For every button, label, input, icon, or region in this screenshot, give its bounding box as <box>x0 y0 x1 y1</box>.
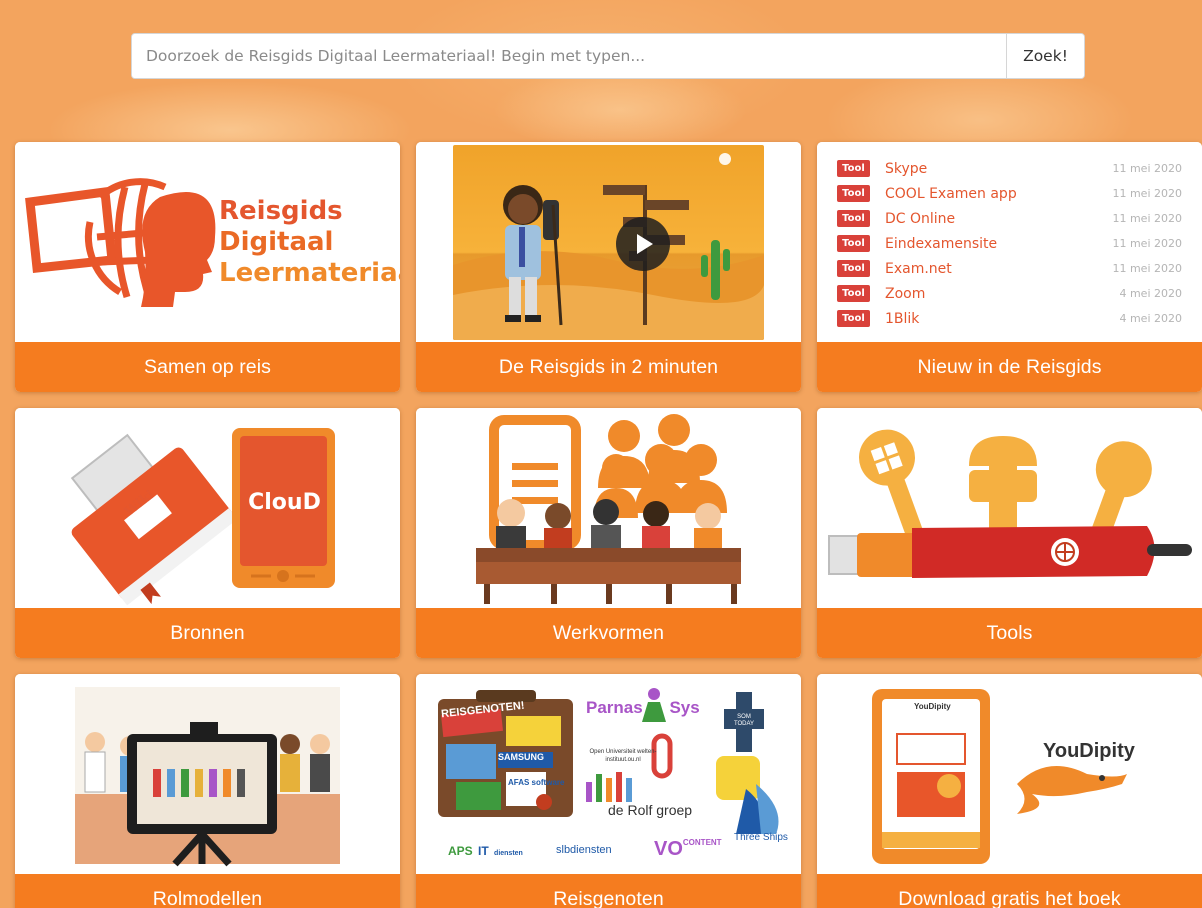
list-item[interactable]: Tool Skype 11 mei 2020 <box>837 156 1182 181</box>
tile-label: Nieuw in de Reisgids <box>817 342 1202 392</box>
news-title[interactable]: COOL Examen app <box>885 186 1112 202</box>
it-text: IT <box>478 844 489 858</box>
tile-label: Rolmodellen <box>15 874 400 908</box>
tile-label: Tools <box>817 608 1202 658</box>
tile-label: De Reisgids in 2 minuten <box>416 342 801 392</box>
tile-bronnen[interactable]: Wiki ClouD Bronnen <box>15 408 400 658</box>
book-brand-small: YouDipity <box>914 702 951 711</box>
usb-book-phone-icon <box>70 428 335 606</box>
vocontent-logo: VOCONTENT <box>654 838 722 861</box>
aps-text: APS <box>448 844 473 858</box>
news-panel: Tool Skype 11 mei 2020 Tool COOL Examen … <box>817 142 1202 342</box>
search-input[interactable] <box>132 34 1006 78</box>
traveler-desert-illustration <box>453 153 764 340</box>
logo-line-2: Digitaal <box>219 227 334 257</box>
tool-badge: Tool <box>837 260 870 277</box>
somtoday-logo: SOM TODAY <box>733 714 755 727</box>
tool-badge: Tool <box>837 235 870 252</box>
news-date: 4 mei 2020 <box>1119 287 1182 300</box>
reisgids-logo: Reisgids Digitaal Leermateriaal <box>15 142 400 342</box>
news-date: 11 mei 2020 <box>1112 212 1182 225</box>
news-list: Tool Skype 11 mei 2020 Tool COOL Examen … <box>837 156 1182 331</box>
derolf-logo: de Rolf groep <box>608 802 693 818</box>
samsung-sticker: SAMSUNG <box>498 752 545 762</box>
news-date: 11 mei 2020 <box>1112 237 1182 250</box>
list-item[interactable]: Tool Exam.net 11 mei 2020 <box>837 256 1182 281</box>
diensten-text: diensten <box>494 850 523 857</box>
parnas-text: Parnas <box>586 698 643 717</box>
news-title[interactable]: Eindexamensite <box>885 236 1112 252</box>
search-bar: Zoek! <box>131 33 1085 79</box>
tool-badge: Tool <box>837 310 870 327</box>
tile-label: Samen op reis <box>15 342 400 392</box>
video-frame <box>453 145 764 340</box>
news-date: 11 mei 2020 <box>1112 162 1182 175</box>
vo-text: VO <box>654 838 683 860</box>
classroom-illustration-icon <box>476 414 741 604</box>
threeships-logo: Three Ships <box>734 832 788 843</box>
tile-samen-op-reis[interactable]: Reisgids Digitaal Leermateriaal Samen op… <box>15 142 400 392</box>
tool-badge: Tool <box>837 210 870 227</box>
news-title[interactable]: Exam.net <box>885 261 1112 277</box>
tile-werkvormen[interactable]: Werkvormen <box>416 408 801 658</box>
open-universiteit-logo: Open Universiteit welten-instituut.ou.nl <box>589 749 657 763</box>
tools-illustration <box>817 408 1202 608</box>
search-button[interactable]: Zoek! <box>1006 34 1084 78</box>
tile-rolmodellen[interactable]: Rolmodellen <box>15 674 400 908</box>
tile-label: Werkvormen <box>416 608 801 658</box>
tile-reisgenoten[interactable]: REISGENOTEN! SAMSUNG AFAS software Parna… <box>416 674 801 908</box>
play-button[interactable] <box>616 217 670 271</box>
news-date: 11 mei 2020 <box>1112 262 1182 275</box>
tile-label: Reisgenoten <box>416 874 801 908</box>
tool-badge: Tool <box>837 285 870 302</box>
news-title[interactable]: DC Online <box>885 211 1112 227</box>
news-title[interactable]: Skype <box>885 161 1112 177</box>
book-cover-icon <box>872 689 1127 864</box>
list-item[interactable]: Tool Eindexamensite 11 mei 2020 <box>837 231 1182 256</box>
logo-line-1: Reisgids <box>219 196 343 226</box>
list-item[interactable]: Tool Zoom 4 mei 2020 <box>837 281 1182 306</box>
bronnen-illustration: Wiki ClouD <box>15 408 400 608</box>
logo-line-3: Leermateriaal <box>219 258 400 288</box>
tile-tools[interactable]: Tools <box>817 408 1202 658</box>
slbdiensten-logo: slbdiensten <box>556 844 612 856</box>
tile-reisgids-video[interactable]: De Reisgids in 2 minuten <box>416 142 801 392</box>
list-item[interactable]: Tool 1Blik 4 mei 2020 <box>837 306 1182 331</box>
parnassys-logo: Parnas Sys <box>586 698 700 718</box>
apsit-logo: APS IT diensten <box>448 844 523 858</box>
camera-roleplay-icon <box>75 687 340 867</box>
afas-sticker: AFAS software <box>508 778 565 787</box>
tile-label: Download gratis het boek <box>817 874 1202 908</box>
content-text: CONTENT <box>682 838 722 847</box>
rolmodellen-illustration <box>15 674 400 874</box>
reisgenoten-collage: REISGENOTEN! SAMSUNG AFAS software Parna… <box>416 674 801 874</box>
tool-badge: Tool <box>837 160 870 177</box>
sys-text: Sys <box>669 698 700 717</box>
tile-download-boek[interactable]: YouDipity YouDipity Download gratis het … <box>817 674 1202 908</box>
tile-label: Bronnen <box>15 608 400 658</box>
video-thumbnail <box>416 142 801 342</box>
cloud-label: ClouD <box>248 490 321 515</box>
news-title[interactable]: 1Blik <box>885 311 1119 327</box>
list-item[interactable]: Tool COOL Examen app 11 mei 2020 <box>837 181 1182 206</box>
news-date: 4 mei 2020 <box>1119 312 1182 325</box>
book-illustration: YouDipity YouDipity <box>817 674 1202 874</box>
werkvormen-illustration <box>416 408 801 608</box>
news-date: 11 mei 2020 <box>1112 187 1182 200</box>
swiss-knife-icon <box>828 429 1192 578</box>
tool-badge: Tool <box>837 185 870 202</box>
news-title[interactable]: Zoom <box>885 286 1119 302</box>
list-item[interactable]: Tool DC Online 11 mei 2020 <box>837 206 1182 231</box>
youdipity-logo: YouDipity <box>1043 740 1135 762</box>
tile-nieuw-in-de-reisgids[interactable]: Tool Skype 11 mei 2020 Tool COOL Examen … <box>817 142 1202 392</box>
